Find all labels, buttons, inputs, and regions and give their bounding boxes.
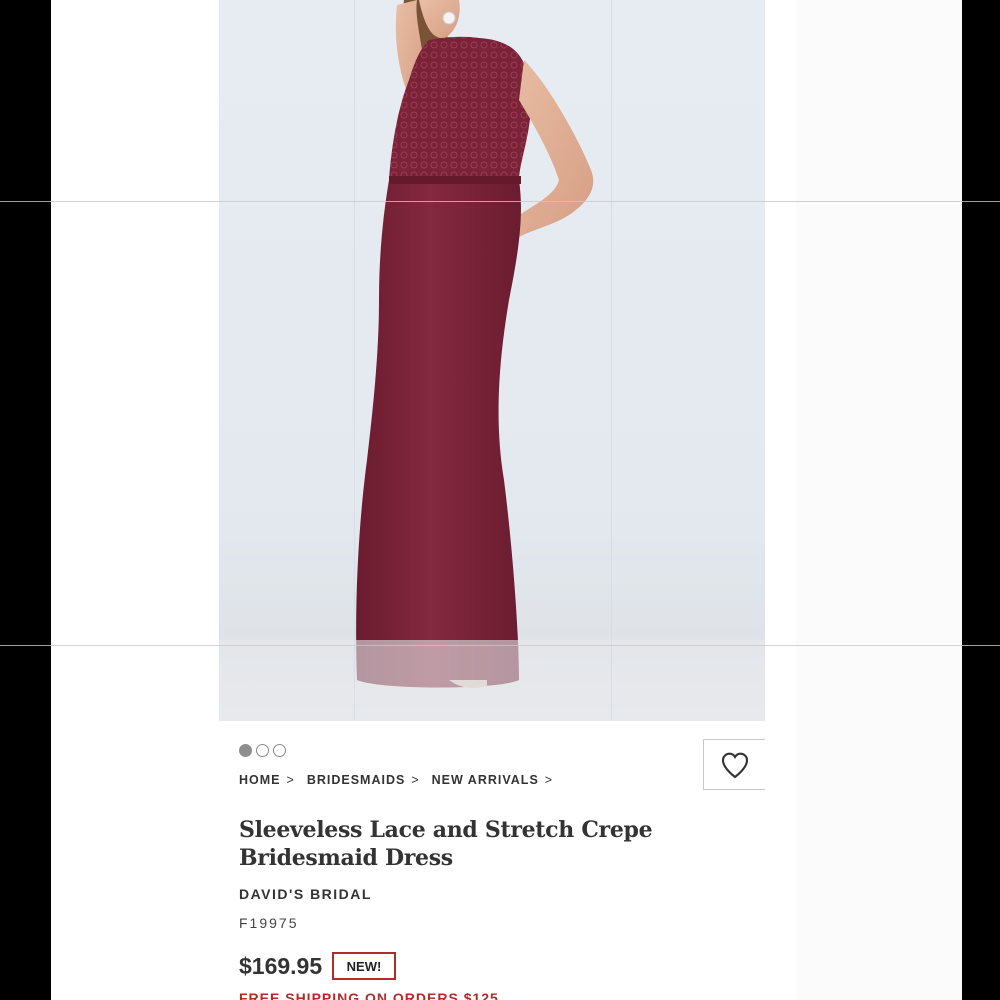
product-photo-illustration	[219, 0, 765, 721]
breadcrumb: HOME > BRIDESMAIDS > NEW ARRIVALS >	[239, 773, 553, 787]
overlay-grid-line	[354, 0, 355, 720]
product-page: HOME > BRIDESMAIDS > NEW ARRIVALS > Sleevel…	[51, 0, 962, 1000]
right-letterbox	[962, 0, 1000, 1000]
gallery-dot-2[interactable]	[256, 744, 269, 757]
gallery-dot-1[interactable]	[239, 744, 252, 757]
breadcrumb-item-new-arrivals[interactable]: NEW ARRIVALS >	[432, 773, 553, 787]
breadcrumb-item-home[interactable]: HOME >	[239, 773, 295, 787]
brand-name[interactable]: DAVID'S BRIDAL	[239, 886, 372, 902]
overlay-grid-line	[0, 201, 1000, 202]
gallery-dot-3[interactable]	[273, 744, 286, 757]
page-margin	[796, 0, 962, 1000]
gallery-pagination[interactable]	[239, 744, 286, 757]
favorite-button[interactable]	[703, 739, 765, 790]
product-price: $169.95	[239, 953, 323, 979]
product-title: Sleeveless Lace and Stretch Crepe Brides…	[239, 816, 659, 872]
left-letterbox	[0, 0, 51, 1000]
new-badge: NEW!	[332, 952, 396, 980]
product-sku: F19975	[239, 915, 299, 931]
product-title-line-2: Bridesmaid Dress	[239, 845, 453, 871]
overlay-grid-line	[0, 645, 1000, 646]
overlay-grid-line	[611, 0, 612, 720]
product-title-line-1: Sleeveless Lace and Stretch Crepe	[239, 817, 653, 843]
breadcrumb-item-bridesmaids[interactable]: BRIDESMAIDS >	[307, 773, 420, 787]
product-image[interactable]	[219, 0, 765, 721]
shipping-promo: FREE SHIPPING ON ORDERS $125	[239, 990, 499, 1000]
heart-icon	[721, 752, 748, 778]
